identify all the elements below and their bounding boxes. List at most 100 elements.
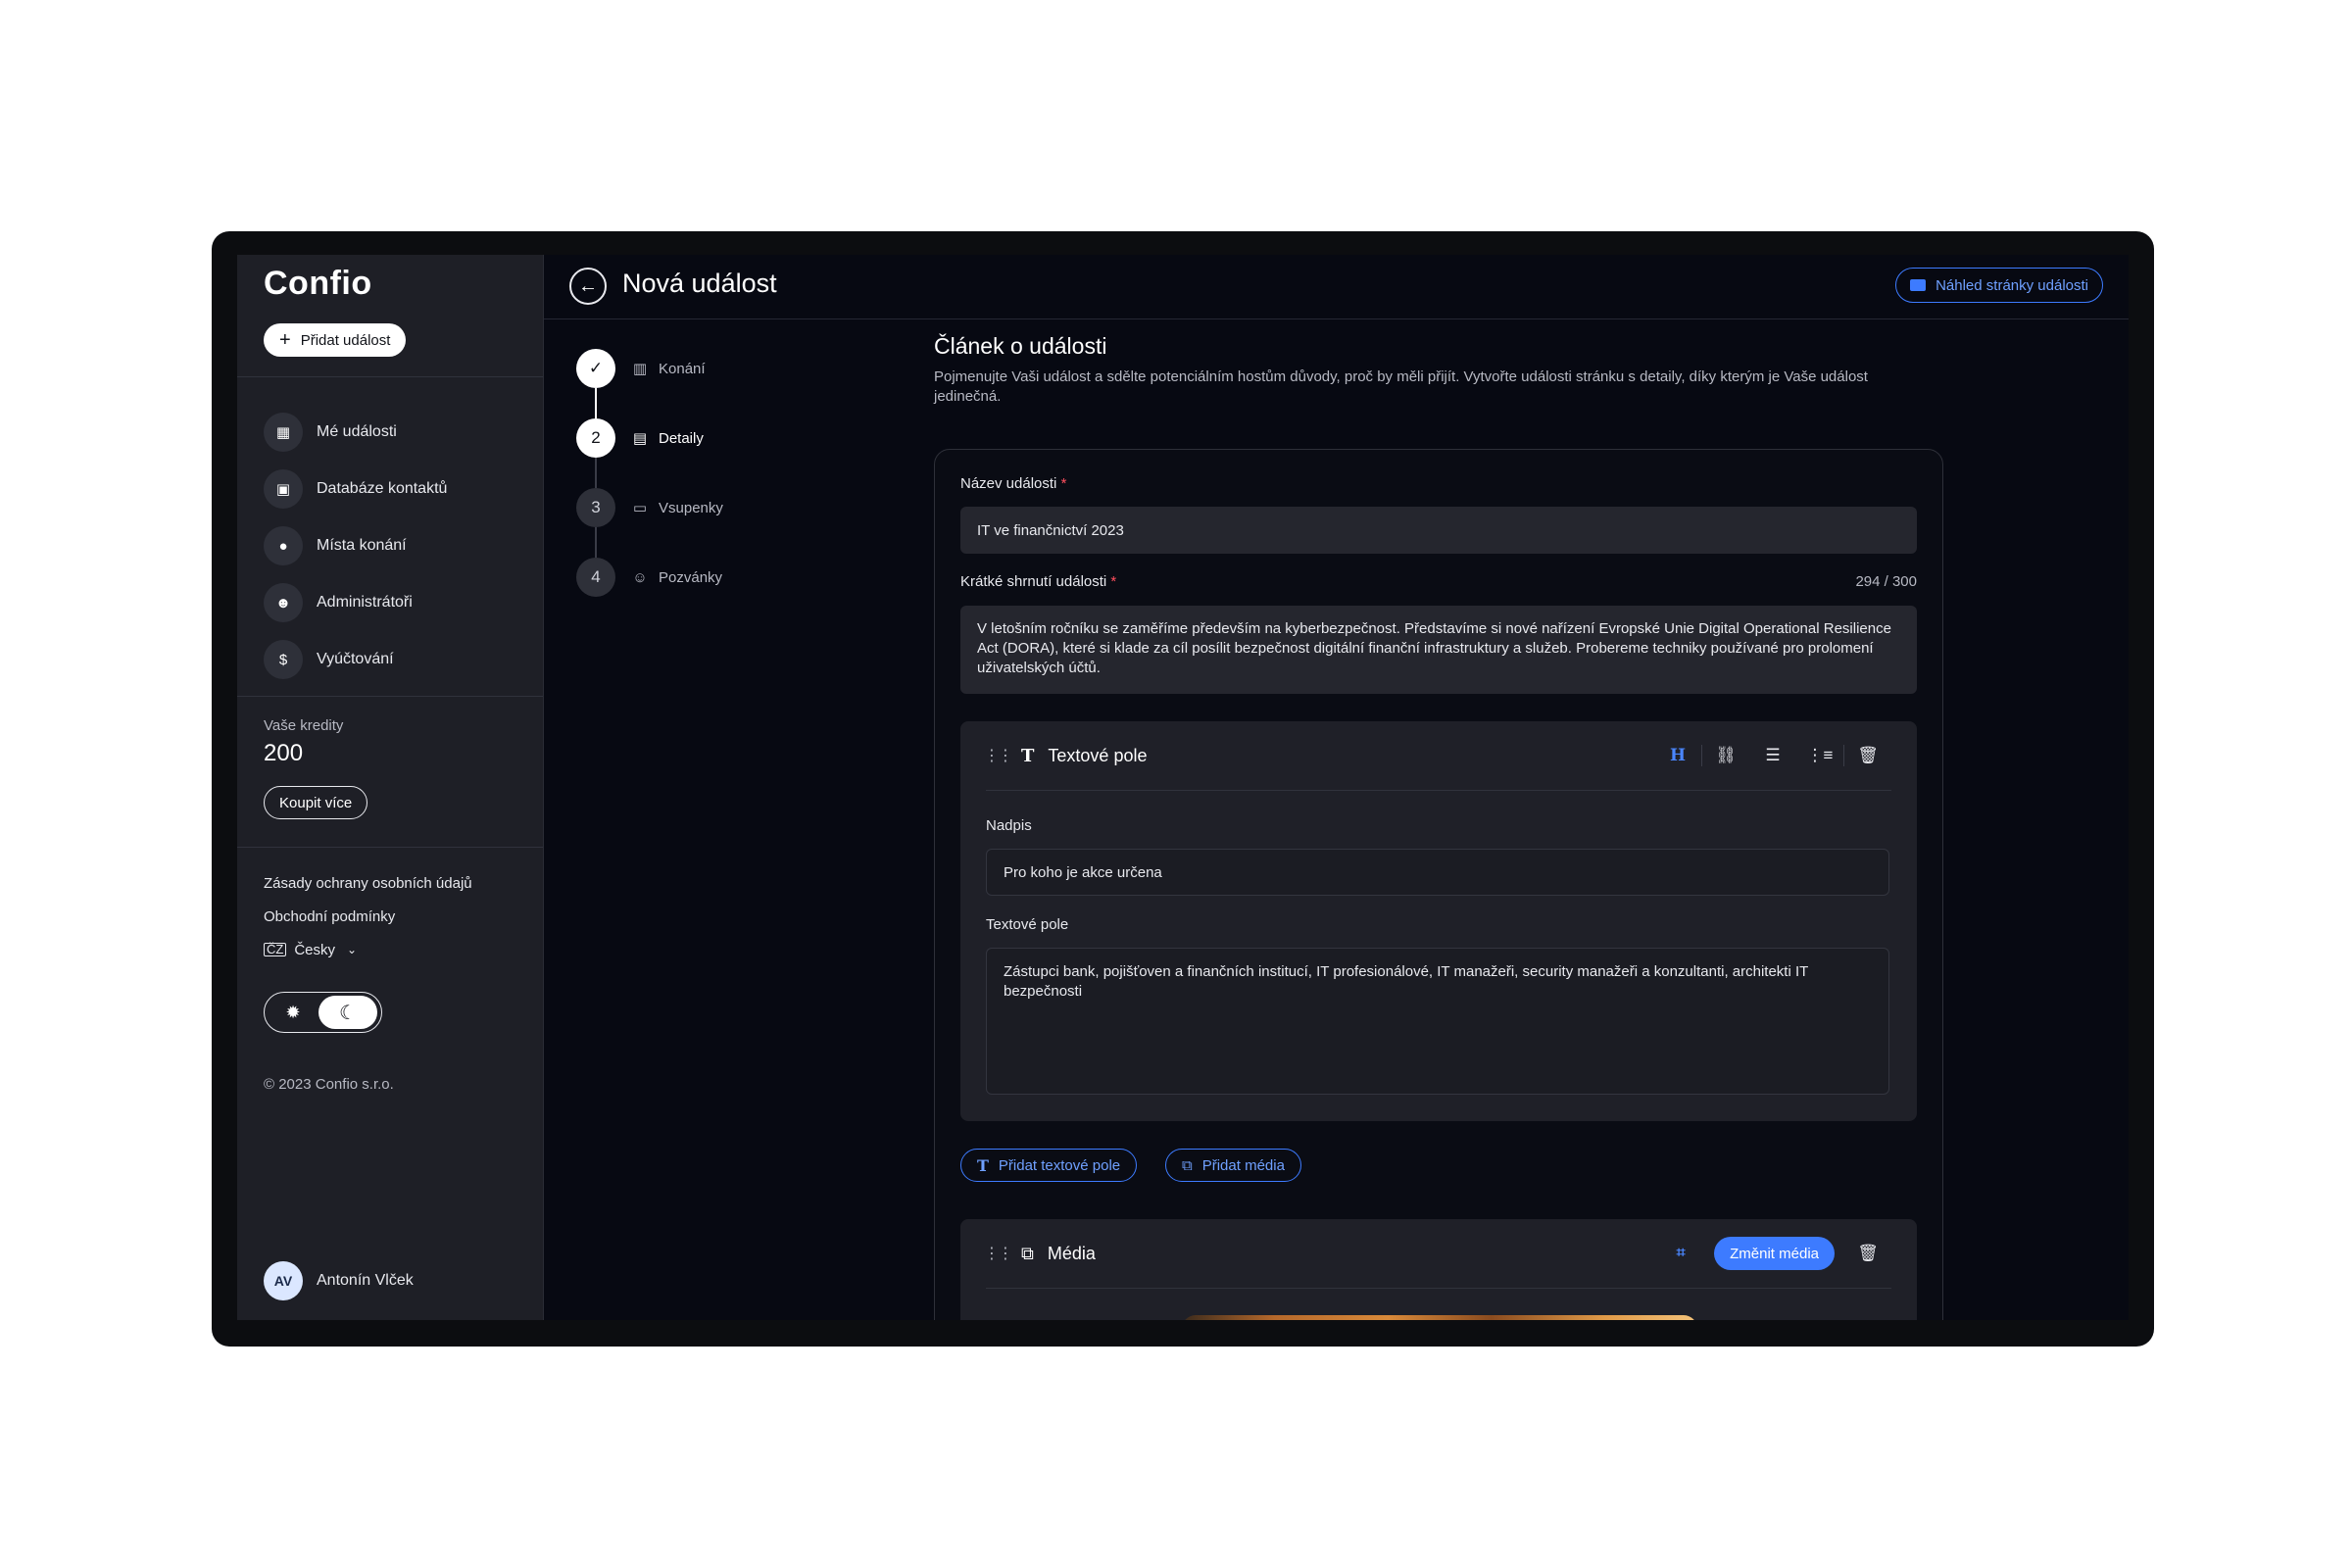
credits-value: 200 [264, 740, 304, 766]
step-details[interactable]: 2 ▤ Detaily [576, 418, 723, 488]
user-key-icon: ☻ [264, 583, 303, 622]
step-label: Pozvánky [659, 568, 723, 586]
block-type: ⧉ Média [1021, 1244, 1096, 1264]
sidebar-item-admins[interactable]: ☻ Administrátoři [264, 574, 447, 631]
user-name: Antonín Vlček [317, 1272, 414, 1289]
app-screen: Confio + Přidat událost ▦ Mé události ▣ … [237, 255, 2129, 1320]
drag-handle-icon[interactable]: ⋮⋮ [984, 746, 1013, 765]
sidebar: Confio + Přidat událost ▦ Mé události ▣ … [237, 255, 544, 1320]
divider [237, 376, 543, 377]
check-icon: ✓ [576, 349, 615, 388]
section-title: Článek o události [934, 333, 1107, 359]
heading-label: Nadpis [986, 817, 1032, 834]
building-icon: ▥ [632, 361, 648, 377]
moon-icon[interactable]: ☾ [318, 996, 377, 1029]
sidebar-item-venues[interactable]: ● Místa konání [264, 517, 447, 574]
trash-icon[interactable]: 🗑 [1844, 746, 1891, 765]
step-number: 2 [576, 418, 615, 458]
images-icon: ⧉ [1182, 1156, 1193, 1174]
article-header: Článek o události Pojmenujte Vaši událos… [934, 333, 1943, 407]
sidebar-item-contacts[interactable]: ▣ Databáze kontaktů [264, 461, 447, 517]
page-title: Nová událost [622, 269, 777, 298]
media-image [1182, 1315, 1697, 1320]
sidebar-item-my-events[interactable]: ▦ Mé události [264, 404, 447, 461]
add-event-label: Přidat událost [300, 331, 391, 349]
add-text-field-button[interactable]: T Přidat textové pole [960, 1149, 1138, 1182]
credits: Vaše kredity 200 [264, 717, 343, 767]
sidebar-item-label: Administrátoři [317, 594, 413, 611]
crop-icon[interactable]: ⌗ [1657, 1245, 1704, 1262]
step-connector [595, 527, 597, 558]
browser-icon [1910, 279, 1927, 291]
buy-more-button[interactable]: Koupit více [264, 786, 368, 819]
block-header: ⋮⋮ ⧉ Média ⌗ Změnit média 🗑 [960, 1219, 1917, 1288]
user-profile[interactable]: AV Antonín Vlček [264, 1261, 414, 1300]
step-label: Konání [659, 360, 706, 377]
dollar-icon: $ [264, 640, 303, 679]
step-label-wrap: ▭ Vsupenky [631, 499, 723, 517]
preview-page-button[interactable]: Náhled stránky události [1895, 268, 2103, 303]
calendar-icon: ▦ [264, 413, 303, 452]
drag-handle-icon[interactable]: ⋮⋮ [984, 1244, 1013, 1263]
document-icon: ▤ [632, 430, 648, 447]
step-label-wrap: ☺ Pozvánky [631, 569, 722, 586]
back-button[interactable]: ← [569, 268, 607, 305]
heading-input[interactable]: Pro koho je akce určena [986, 849, 1889, 896]
avatar: AV [264, 1261, 303, 1300]
add-media-button[interactable]: ⧉ Přidat média [1165, 1149, 1301, 1182]
sidebar-item-label: Vyúčtování [317, 651, 394, 667]
sidebar-item-label: Databáze kontaktů [317, 480, 448, 497]
change-media-button[interactable]: Změnit média [1714, 1237, 1835, 1270]
summary-textarea[interactable]: V letošním ročníku se zaměříme především… [960, 606, 1917, 694]
language-icon: ČZ [264, 943, 287, 956]
divider [237, 696, 543, 697]
step-number: 4 [576, 558, 615, 597]
terms-link[interactable]: Obchodní podmínky [264, 900, 472, 933]
step-connector [595, 458, 597, 488]
block-divider [986, 790, 1891, 791]
privacy-link[interactable]: Zásady ochrany osobních údajů [264, 866, 472, 900]
link-icon[interactable]: ⛓ [1702, 746, 1749, 765]
top-bar: ← Nová událost Náhled stránky události [544, 255, 2129, 319]
language-label: Česky [294, 941, 336, 958]
copyright: © 2023 Confio s.r.o. [264, 1076, 394, 1093]
chevron-down-icon: ⌄ [347, 943, 358, 956]
step-tickets[interactable]: 3 ▭ Vsupenky [576, 488, 723, 558]
text-icon: T [1021, 745, 1035, 766]
plus-icon: + [279, 329, 291, 351]
arrow-left-icon: ← [578, 274, 598, 297]
ticket-icon: ▭ [632, 500, 648, 516]
numbered-list-icon[interactable]: ⋮≡ [1796, 746, 1843, 765]
character-counter: 294 / 300 [1855, 573, 1917, 590]
logo: Confio [264, 265, 372, 302]
add-text-label: Přidat textové pole [998, 1156, 1121, 1174]
step-invitations[interactable]: 4 ☺ Pozvánky [576, 558, 723, 597]
trash-icon[interactable]: 🗑 [1844, 1244, 1891, 1263]
add-event-button[interactable]: + Přidat událost [264, 323, 407, 357]
theme-toggle[interactable]: ✹ ☾ [264, 992, 382, 1033]
language-select[interactable]: ČZ Česky ⌄ [264, 933, 472, 966]
event-form-card: Název události * IT ve finančnictví 2023… [934, 449, 1943, 1320]
sidebar-item-label: Místa konání [317, 537, 407, 554]
event-name-input[interactable]: IT ve finančnictví 2023 [960, 507, 1917, 554]
heading-icon[interactable]: H [1654, 746, 1701, 765]
sidebar-item-label: Mé události [317, 423, 397, 440]
required-mark: * [1110, 573, 1117, 590]
summary-label: Krátké shrnutí události * [960, 573, 1116, 590]
map-pin-icon: ● [264, 526, 303, 565]
block-divider [986, 1288, 1891, 1289]
sun-icon[interactable]: ✹ [268, 1003, 318, 1023]
divider [237, 847, 543, 848]
text-field-label: Textové pole [986, 916, 1069, 933]
section-description: Pojmenujte Vaši událost a sdělte potenci… [934, 368, 1868, 405]
user-plus-icon: ☺ [632, 568, 648, 586]
step-label: Detaily [659, 429, 704, 447]
media-block: ⋮⋮ ⧉ Média ⌗ Změnit média 🗑 [960, 1219, 1917, 1320]
step-venue[interactable]: ✓ ▥ Konání [576, 349, 723, 418]
text-block: ⋮⋮ T Textové pole H ⛓ ☰ ⋮≡ 🗑 Nadpis Pro … [960, 721, 1917, 1121]
block-type-label: Textové pole [1048, 745, 1148, 765]
text-field-textarea[interactable]: Zástupci bank, pojišťoven a finančních i… [986, 948, 1889, 1095]
sidebar-item-billing[interactable]: $ Vyúčtování [264, 631, 447, 688]
bullet-list-icon[interactable]: ☰ [1749, 746, 1796, 765]
step-label-wrap: ▤ Detaily [631, 429, 704, 448]
